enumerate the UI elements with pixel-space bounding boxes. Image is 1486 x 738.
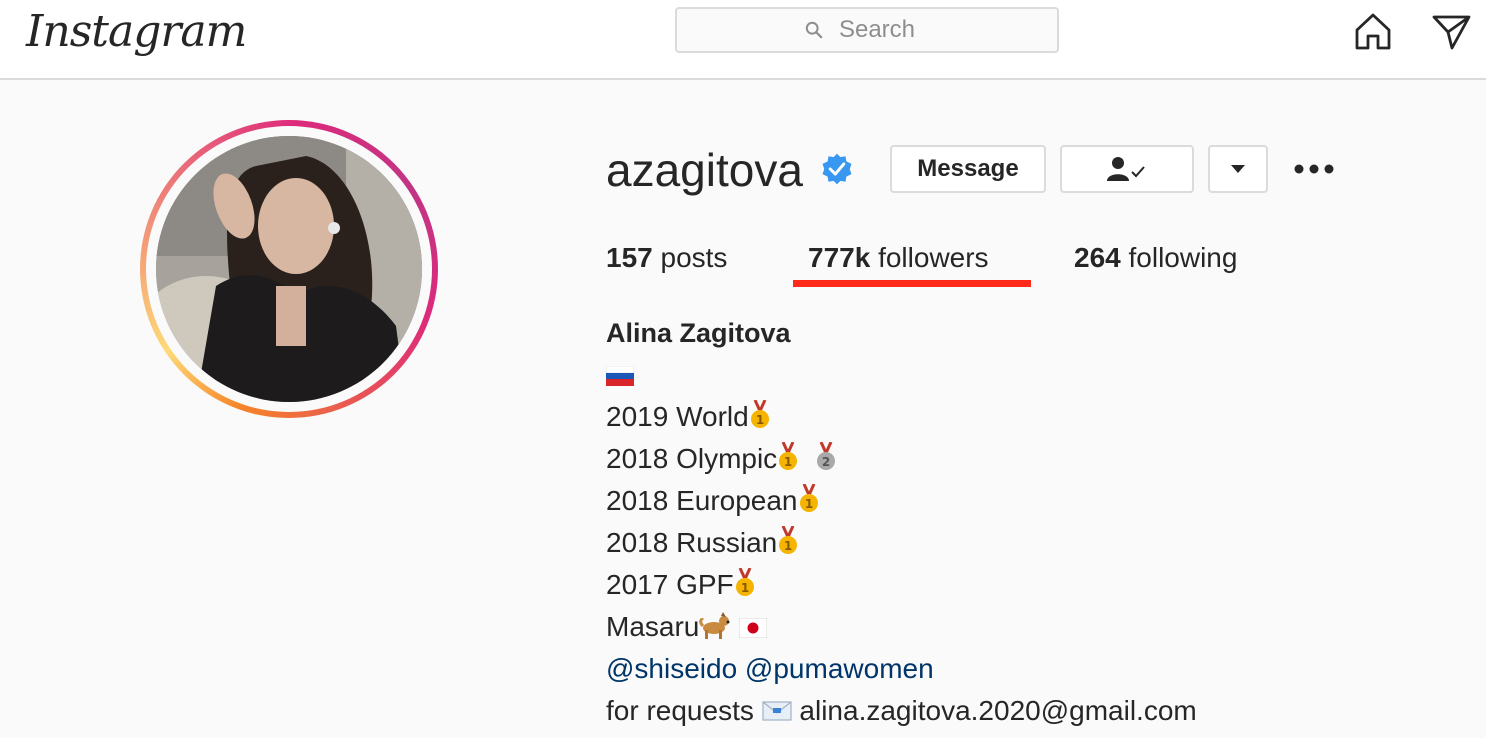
gold-medal-icon: 1 [779,442,798,470]
svg-text:1: 1 [784,455,792,469]
instagram-logo[interactable]: Instagram [26,2,247,62]
verified-badge-icon [822,153,852,185]
bio-flag-line [606,354,1197,396]
following-count: 264 [1074,242,1121,273]
svg-text:1: 1 [784,539,792,553]
profile-username: azagitova [606,144,803,196]
gold-medal-icon: 1 [735,568,754,596]
svg-text:1: 1 [756,413,764,427]
followers-highlight-underline [793,280,1031,287]
russia-flag-icon [606,366,634,386]
bio-line-text: 2018 Olympic [606,443,778,474]
direct-message-icon[interactable] [1430,10,1472,52]
gold-medal-icon: 1 [750,400,769,428]
bio-tagged-accounts-link[interactable]: @shiseido @pumawomen [606,648,1197,690]
bio-line-gpf: 2017 GPF 1 [606,564,1197,606]
svg-text:2: 2 [822,455,830,469]
ellipsis-icon[interactable] [1292,160,1336,178]
chevron-down-icon [1231,165,1245,173]
envelope-icon [762,701,792,721]
posts-label: posts [660,242,728,273]
avatar-photo [156,136,422,402]
home-icon[interactable] [1352,10,1394,52]
message-button[interactable]: Message [890,145,1046,193]
bio-line-text: 2018 European [606,485,798,516]
followers-count: 777k [808,242,871,273]
suggestions-dropdown-button[interactable] [1208,145,1268,193]
story-ring[interactable] [140,120,438,418]
posts-count: 157 [606,242,653,273]
following-button[interactable] [1060,145,1194,193]
requests-label: for requests [606,695,754,726]
bio-line-text: 2018 Russian [606,527,778,558]
search-input[interactable] [677,9,1057,51]
person-check-icon [1107,157,1145,181]
bio-line-world: 2019 World 1 [606,396,1197,438]
bio-requests-line: for requests alina.zagitova.2020@gmail.c… [606,690,1197,732]
bio-line-olympic: 2018 Olympic 1 2 [606,438,1197,480]
profile-full-name: Alina Zagitova [606,318,791,348]
bio-line-text: 2017 GPF [606,569,734,600]
svg-text:1: 1 [804,497,812,511]
bio-line-masaru: Masaru [606,606,1197,648]
bio-line-text: Masaru [606,611,700,642]
bio-line-text: 2019 World [606,401,749,432]
search-box[interactable] [675,7,1059,53]
contact-email-link[interactable]: alina.zagitova.2020@gmail.com [799,695,1196,726]
profile-avatar[interactable] [156,136,422,402]
gold-medal-icon: 1 [799,484,818,512]
dog-icon [699,612,730,639]
silver-medal-icon: 2 [816,442,835,470]
followers-label: followers [878,242,989,273]
profile-bio: Alina Zagitova 2019 World 1 2018 Olympic 1… [606,312,1197,732]
followers-stat[interactable]: 777k followers [808,238,989,278]
bio-line-russian: 2018 Russian 1 [606,522,1197,564]
bio-line-european: 2018 European 1 [606,480,1197,522]
posts-stat: 157 posts [606,238,727,278]
gold-medal-icon: 1 [779,526,798,554]
svg-text:1: 1 [740,581,748,595]
japan-flag-icon [739,618,768,638]
top-navigation-bar: Instagram [0,0,1486,80]
following-label: following [1128,242,1238,273]
following-stat[interactable]: 264 following [1074,238,1237,278]
